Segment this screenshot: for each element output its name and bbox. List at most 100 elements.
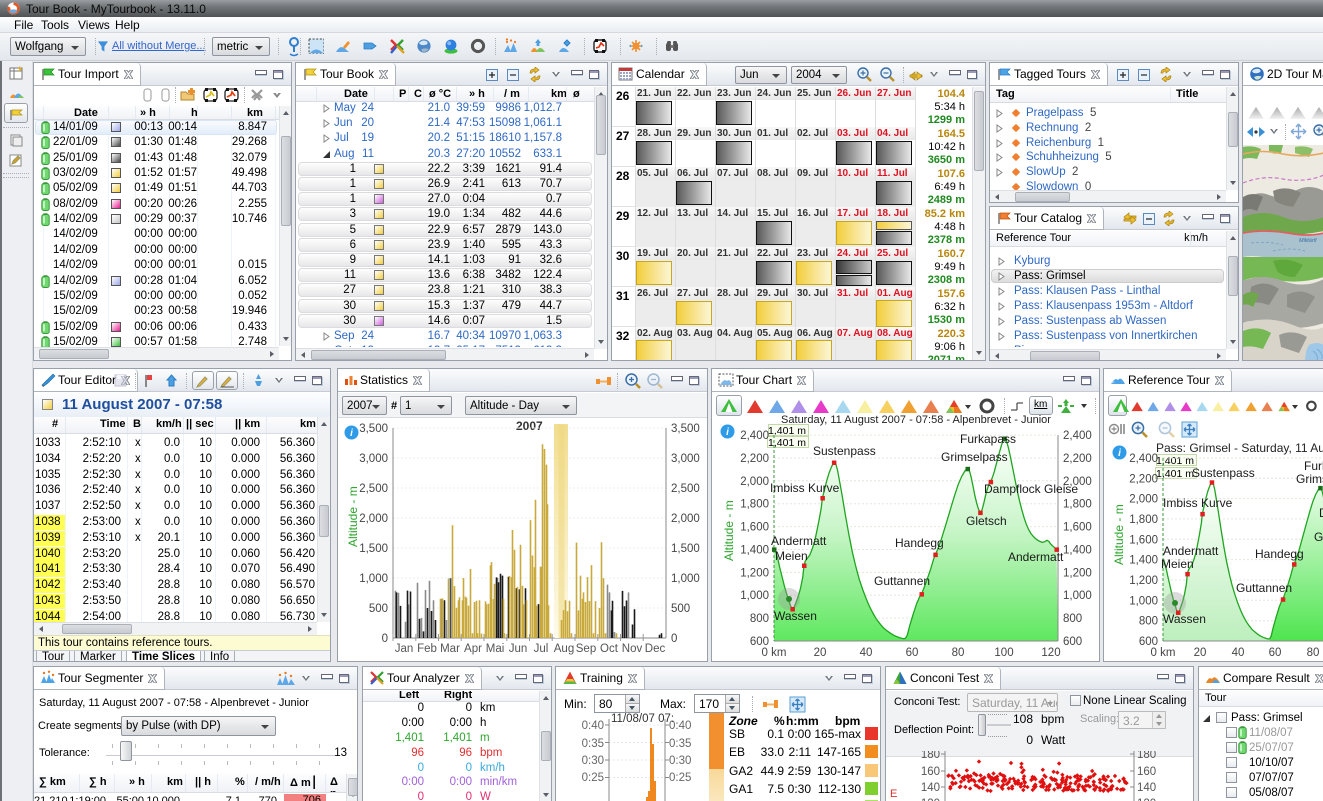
- svg-text:0:25: 0:25: [669, 772, 691, 784]
- svg-text:2,000: 2,000: [740, 476, 769, 488]
- svg-text:1,000: 1,000: [1129, 595, 1158, 607]
- svg-text:3,500: 3,500: [671, 423, 700, 435]
- svg-text:3,500: 3,500: [359, 423, 388, 435]
- svg-text:20: 20: [1194, 647, 1207, 659]
- svg-text:1,200: 1,200: [1129, 575, 1158, 587]
- svg-text:180: 180: [1137, 751, 1156, 761]
- svg-text:Sustenpass: Sustenpass: [1192, 466, 1255, 480]
- svg-text:Imbiss Kurve: Imbiss Kurve: [1163, 496, 1233, 510]
- svg-text:2,000: 2,000: [359, 513, 388, 525]
- svg-text:0 km: 0 km: [1151, 647, 1176, 659]
- svg-text:Nov: Nov: [622, 643, 643, 655]
- svg-text:0:30: 0:30: [582, 755, 604, 767]
- svg-text:2,000: 2,000: [1129, 494, 1158, 506]
- svg-text:0:40: 0:40: [669, 720, 691, 732]
- svg-text:500: 500: [671, 603, 690, 615]
- svg-text:Guttannen: Guttannen: [1236, 581, 1292, 595]
- svg-text:1,400: 1,400: [1129, 555, 1158, 567]
- svg-text:2,200: 2,200: [740, 453, 769, 465]
- svg-text:1,200: 1,200: [740, 567, 769, 579]
- svg-text:Aug: Aug: [554, 643, 574, 655]
- svg-text:80: 80: [1307, 647, 1320, 659]
- svg-text:800: 800: [1063, 613, 1082, 625]
- svg-text:1,400: 1,400: [1063, 545, 1092, 557]
- svg-text:1,000: 1,000: [1063, 590, 1092, 602]
- svg-text:40: 40: [860, 647, 873, 659]
- svg-text:Jan: Jan: [395, 643, 414, 655]
- svg-text:Andermatt: Andermatt: [1163, 544, 1219, 558]
- svg-text:2,500: 2,500: [359, 483, 388, 495]
- svg-text:1,600: 1,600: [740, 522, 769, 534]
- svg-text:0:35: 0:35: [582, 738, 604, 750]
- svg-text:60: 60: [906, 647, 919, 659]
- svg-text:3,000: 3,000: [671, 453, 700, 465]
- svg-text:140: 140: [1137, 782, 1156, 794]
- svg-text:Grimse: Grimse: [1296, 472, 1323, 486]
- svg-text:Apr: Apr: [464, 643, 482, 655]
- svg-text:Grimselpass: Grimselpass: [941, 450, 1008, 464]
- svg-text:160: 160: [1137, 766, 1156, 778]
- svg-text:2,200: 2,200: [1063, 453, 1092, 465]
- svg-text:Wassen: Wassen: [774, 609, 817, 623]
- svg-text:Sep: Sep: [576, 643, 596, 655]
- svg-text:1,600: 1,600: [1129, 534, 1158, 546]
- svg-text:Andermatt: Andermatt: [771, 534, 827, 548]
- svg-text:Wassen: Wassen: [1163, 612, 1206, 626]
- svg-text:1,800: 1,800: [1063, 499, 1092, 511]
- svg-text:Sustenpass: Sustenpass: [813, 444, 876, 458]
- svg-text:Furk: Furk: [1304, 459, 1323, 473]
- svg-text:100: 100: [994, 647, 1013, 659]
- svg-text:Meien: Meien: [775, 549, 808, 563]
- svg-text:0:30: 0:30: [669, 755, 691, 767]
- svg-text:120: 120: [1041, 647, 1060, 659]
- svg-text:Handegg: Handegg: [1255, 547, 1304, 561]
- svg-text:2,400: 2,400: [740, 430, 769, 442]
- svg-text:Gletsch: Gletsch: [966, 514, 1007, 528]
- svg-text:80: 80: [952, 647, 965, 659]
- svg-text:500: 500: [369, 603, 388, 615]
- svg-text:Imbiss Kurve: Imbiss Kurve: [770, 481, 840, 495]
- svg-text:1,000: 1,000: [671, 573, 700, 585]
- svg-text:Guttannen: Guttannen: [874, 574, 930, 588]
- svg-text:1,200: 1,200: [1063, 567, 1092, 579]
- svg-text:2,200: 2,200: [1129, 473, 1158, 485]
- svg-text:180: 180: [921, 751, 940, 761]
- svg-text:1,400: 1,400: [740, 545, 769, 557]
- svg-text:Militärfl: Militärfl: [1299, 238, 1317, 244]
- svg-text:Furkapass: Furkapass: [960, 432, 1016, 446]
- svg-text:1,500: 1,500: [359, 543, 388, 555]
- svg-text:Mai: Mai: [486, 643, 505, 655]
- svg-text:0:40: 0:40: [582, 720, 604, 732]
- svg-text:1,000: 1,000: [359, 573, 388, 585]
- svg-text:D: D: [1319, 506, 1323, 520]
- svg-text:2,000: 2,000: [671, 513, 700, 525]
- svg-text:20: 20: [814, 647, 827, 659]
- svg-text:2,400: 2,400: [1063, 430, 1092, 442]
- svg-text:Andermatt: Andermatt: [1008, 550, 1064, 564]
- svg-text:140: 140: [921, 782, 940, 794]
- svg-text:Dampflock Gleise: Dampflock Gleise: [984, 482, 1078, 496]
- svg-text:1,500: 1,500: [671, 543, 700, 555]
- svg-text:Handegg: Handegg: [895, 536, 944, 550]
- svg-text:160: 160: [921, 766, 940, 778]
- svg-text:1,000: 1,000: [740, 590, 769, 602]
- svg-text:1,800: 1,800: [1129, 514, 1158, 526]
- svg-text:1,800: 1,800: [740, 499, 769, 511]
- svg-text:E: E: [890, 788, 897, 800]
- svg-text:800: 800: [750, 613, 769, 625]
- svg-text:0: 0: [382, 633, 388, 645]
- svg-text:0 km: 0 km: [762, 647, 787, 659]
- svg-text:40: 40: [1232, 647, 1245, 659]
- svg-text:Gl: Gl: [1314, 530, 1323, 544]
- svg-text:Oct: Oct: [600, 643, 619, 655]
- svg-text:0:35: 0:35: [669, 738, 691, 750]
- svg-text:Meien: Meien: [1161, 557, 1194, 571]
- svg-text:60: 60: [1269, 647, 1282, 659]
- svg-text:1,600: 1,600: [1063, 522, 1092, 534]
- svg-text:3,000: 3,000: [359, 453, 388, 465]
- svg-text:600: 600: [1063, 636, 1082, 648]
- svg-text:2,400: 2,400: [1129, 453, 1158, 465]
- svg-text:Jul: Jul: [534, 643, 549, 655]
- svg-text:0:25: 0:25: [582, 772, 604, 784]
- svg-text:Dec: Dec: [645, 643, 666, 655]
